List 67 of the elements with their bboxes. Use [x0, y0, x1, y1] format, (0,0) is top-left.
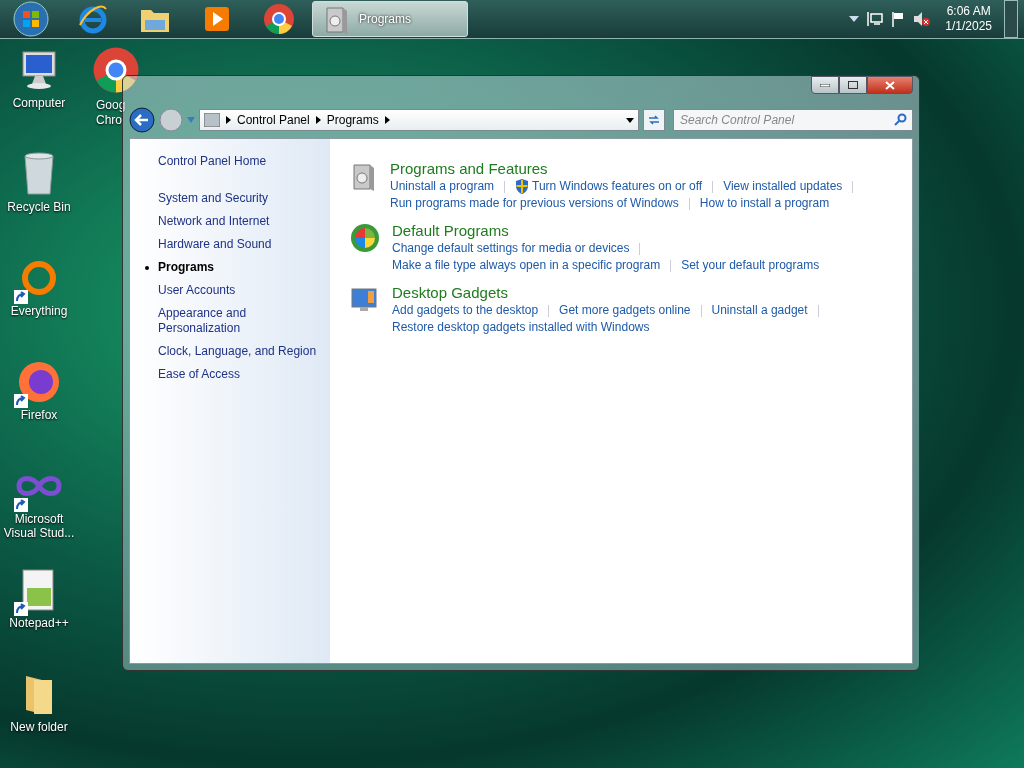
task-link[interactable]: Uninstall a gadget: [711, 302, 808, 319]
start-orb-icon[interactable]: [13, 1, 49, 37]
clock-time[interactable]: 6:06 AM: [946, 4, 991, 19]
sidebar-item[interactable]: Clock, Language, and Region: [143, 340, 318, 363]
task-link[interactable]: Get more gadgets online: [559, 302, 691, 319]
chrome-icon[interactable]: [263, 3, 295, 35]
clock-date[interactable]: 1/1/2025: [945, 19, 992, 34]
task-link[interactable]: Set your default programs: [681, 257, 820, 274]
refresh-icon[interactable]: [647, 114, 661, 126]
search-icon[interactable]: [894, 113, 907, 126]
four-color-orb-icon: [350, 223, 380, 253]
sidebar-link[interactable]: Control Panel Home: [158, 154, 330, 170]
sidebar-item[interactable]: Appearance and Personalization: [143, 302, 318, 340]
task-link[interactable]: Uninstall a program: [390, 178, 495, 195]
desktop-icon-label[interactable]: Goog Chro: [92, 98, 126, 128]
task-link[interactable]: Restore desktop gadgets installed with Windows: [392, 319, 650, 336]
control-panel-icon: [204, 113, 220, 127]
address-bar[interactable]: Control Panel Programs: [199, 109, 639, 131]
flag-icon[interactable]: [891, 11, 906, 27]
dropdown-caret-icon[interactable]: [626, 117, 634, 123]
maximize-icon[interactable]: [848, 81, 858, 89]
fox-globe-icon: [17, 360, 61, 404]
desktop-icon-label[interactable]: Computer: [12, 96, 66, 110]
task-link[interactable]: Turn Windows features on or off: [515, 178, 703, 195]
section-title-link[interactable]: Desktop Gadgets: [392, 283, 829, 302]
desktop-icon-label[interactable]: New folder: [10, 720, 68, 734]
speaker-muted-icon[interactable]: [913, 11, 932, 27]
minimize-button[interactable]: [811, 76, 839, 94]
sidebar-item[interactable]: User Accounts: [143, 279, 318, 302]
desktop-icon-label[interactable]: Recycle Bin: [7, 200, 71, 214]
ring-icon: [19, 258, 59, 298]
desktop-icon-label[interactable]: Microsoft Visual Stud...: [0, 512, 78, 540]
minimize-icon[interactable]: [820, 83, 830, 87]
chevron-icon[interactable]: [226, 116, 231, 124]
network-icon[interactable]: [867, 11, 884, 27]
sidebar-item[interactable]: Hardware and Sound: [143, 233, 318, 256]
chevron-icon[interactable]: [384, 116, 390, 124]
section-title-link[interactable]: Default Programs: [392, 221, 820, 240]
sidebar-item[interactable]: Programs: [143, 256, 318, 279]
breadcrumb[interactable]: Programs: [326, 113, 379, 127]
close-icon[interactable]: [885, 80, 895, 90]
task-link[interactable]: View installed updates: [723, 178, 843, 195]
task-link[interactable]: Add gadgets to the desktop: [392, 302, 539, 319]
desktop-icon-label[interactable]: Everything: [10, 304, 68, 318]
section-title-link[interactable]: Programs and Features: [390, 159, 864, 178]
chevron-icon[interactable]: [315, 116, 321, 124]
task-link[interactable]: Run programs made for previous versions of Windows: [390, 195, 679, 212]
sidebar-item[interactable]: Network and Internet: [143, 210, 318, 233]
task-link[interactable]: Change default settings for media or devices: [392, 240, 630, 257]
play-icon[interactable]: [203, 5, 231, 33]
e-letter-icon[interactable]: [77, 3, 109, 35]
desktop-icon-label[interactable]: Firefox: [20, 408, 58, 422]
sidebar-item[interactable]: System and Security: [143, 187, 318, 210]
task-link[interactable]: How to install a program: [699, 195, 830, 212]
maximize-button[interactable]: [839, 76, 867, 94]
back-arrow-button[interactable]: [129, 107, 155, 133]
show-desktop-button[interactable]: [1004, 0, 1018, 38]
breadcrumb[interactable]: Control Panel: [237, 113, 310, 127]
refresh-button[interactable]: [643, 109, 665, 131]
task-link[interactable]: Make a file type always open in a specific program: [392, 257, 661, 274]
search-field[interactable]: Search Control Panel: [673, 109, 913, 131]
chrome-icon[interactable]: [92, 46, 140, 94]
desktop-icon-label[interactable]: Notepad++: [9, 616, 69, 630]
trash-bin-icon: [21, 152, 57, 196]
close-button[interactable]: [867, 76, 913, 94]
caret-icon[interactable]: [849, 16, 860, 22]
sidebar-item[interactable]: Ease of Access: [143, 363, 318, 386]
